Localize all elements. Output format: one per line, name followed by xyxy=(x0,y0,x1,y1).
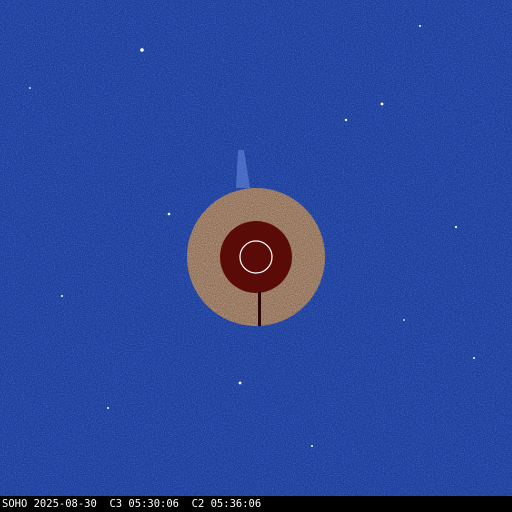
star xyxy=(454,225,458,229)
star xyxy=(380,102,384,106)
star xyxy=(403,319,405,321)
coronagraph-field xyxy=(0,0,512,496)
timestamp-caption: SOHO 2025-08-30 C3 05:30:06 C2 05:36:06 xyxy=(2,498,262,510)
coronagraph-image: SOHO 2025-08-30 C3 05:30:06 C2 05:36:06 xyxy=(0,0,512,512)
star xyxy=(419,25,421,27)
star xyxy=(238,381,242,385)
star xyxy=(107,407,109,409)
star xyxy=(167,212,171,216)
star xyxy=(140,48,144,52)
star xyxy=(311,445,313,447)
star xyxy=(473,357,475,359)
star xyxy=(29,87,31,89)
star xyxy=(61,295,63,297)
caption-bar: SOHO 2025-08-30 C3 05:30:06 C2 05:36:06 xyxy=(0,496,512,512)
star xyxy=(344,118,348,122)
occulter-pylon xyxy=(258,292,261,326)
occulting-disk xyxy=(220,221,292,293)
